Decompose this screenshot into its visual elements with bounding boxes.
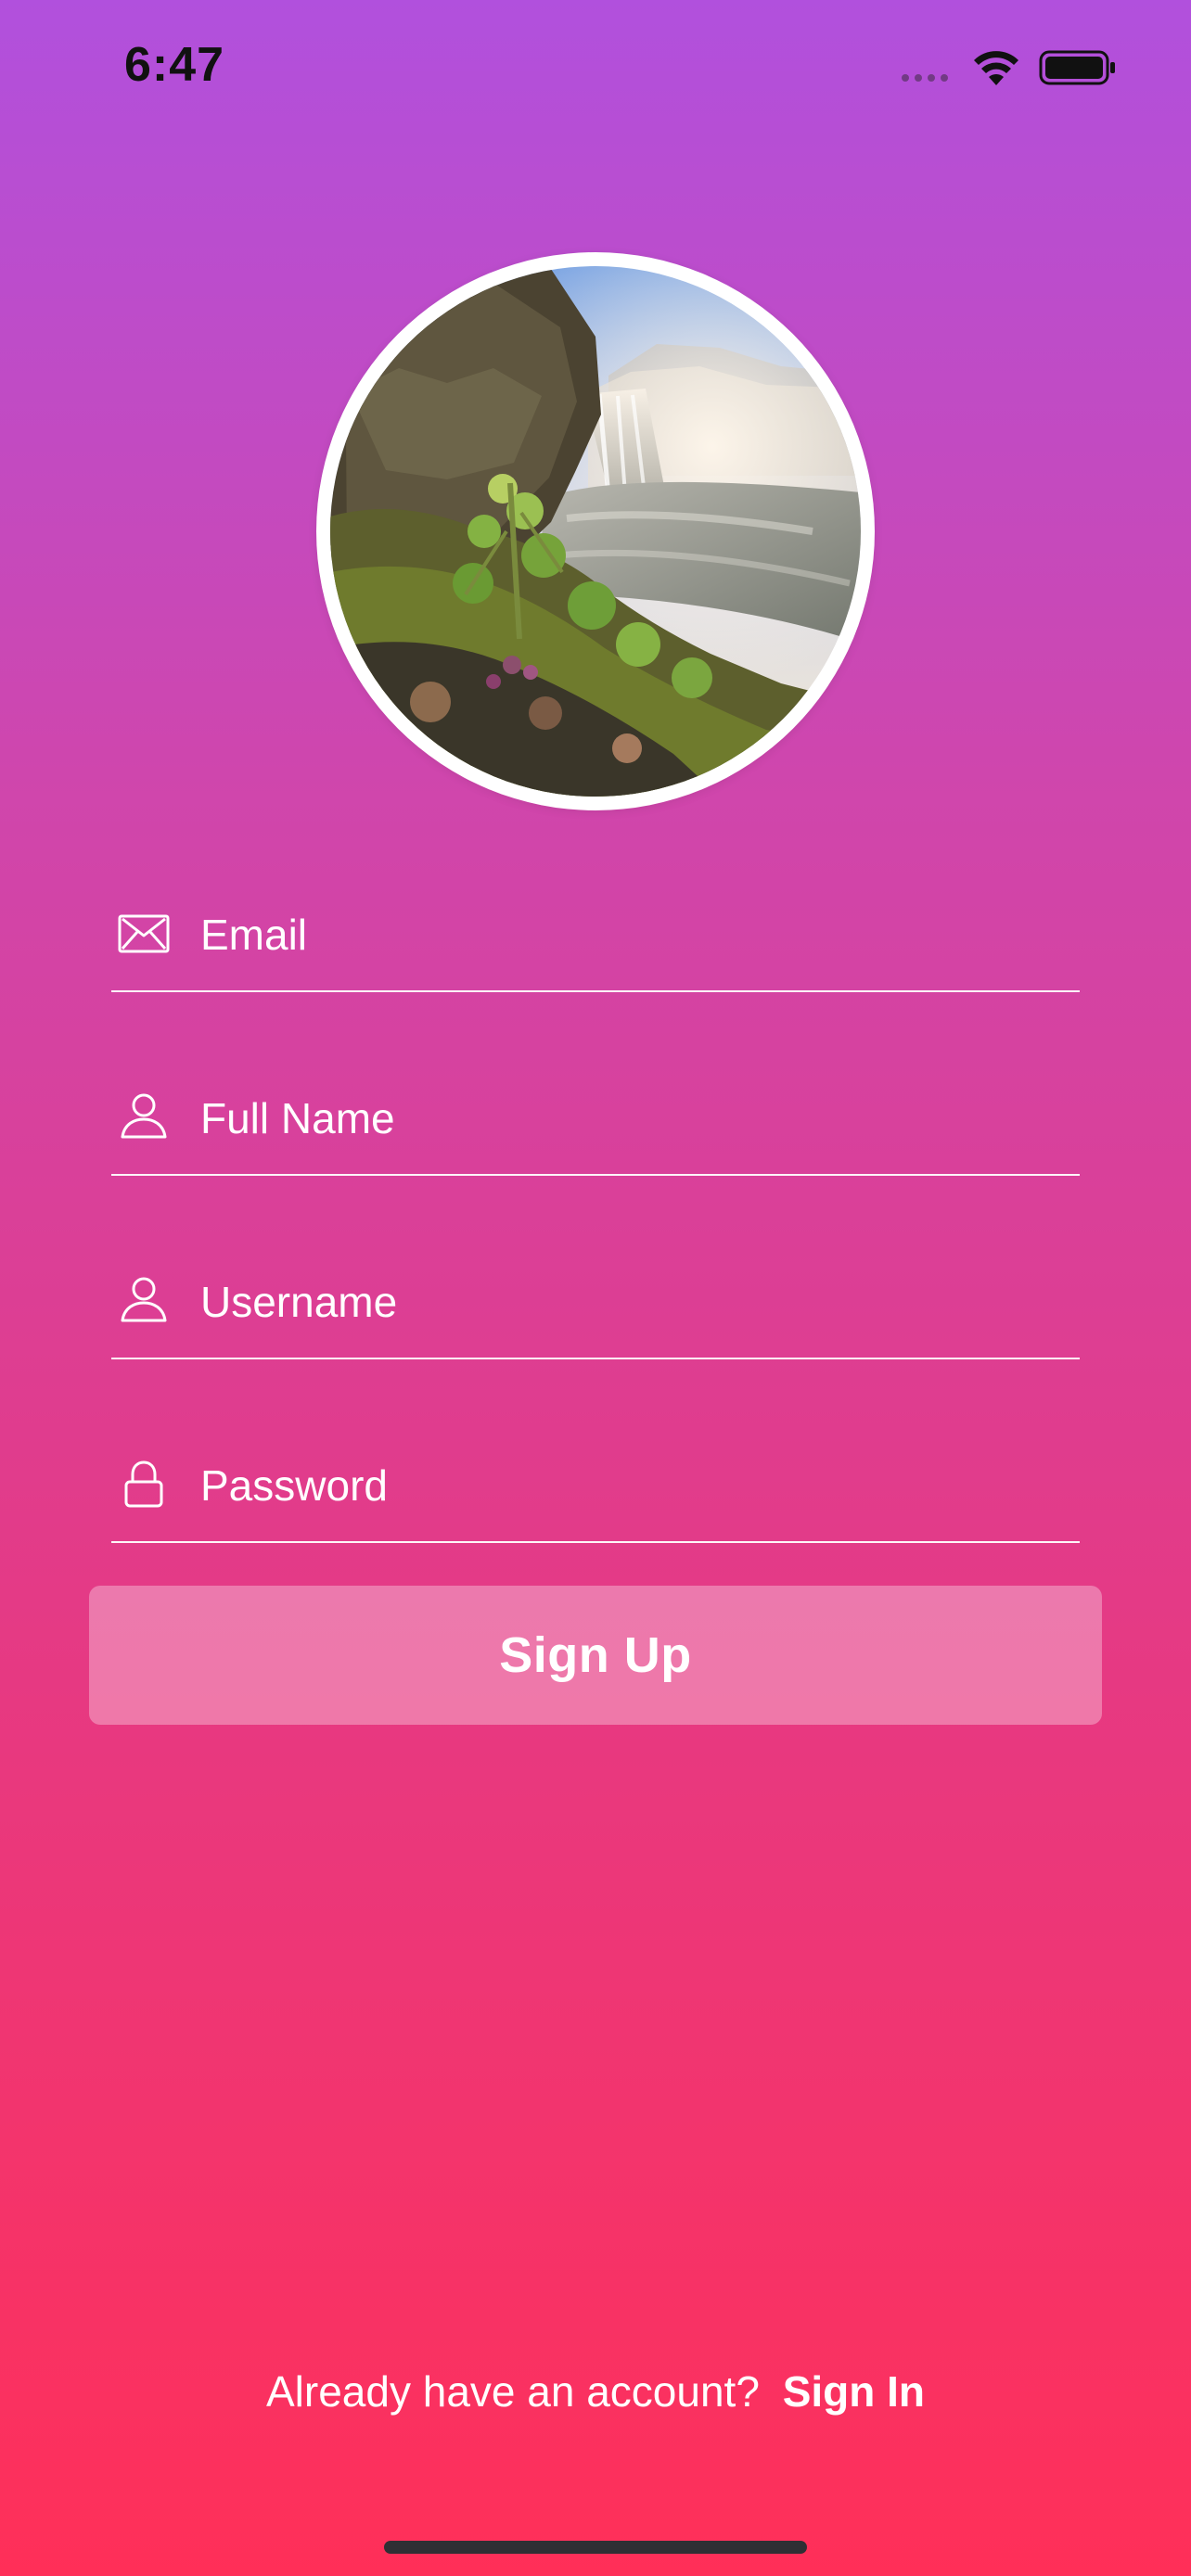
wifi-icon	[974, 51, 1018, 85]
envelope-icon	[115, 905, 173, 963]
full-name-field[interactable]	[111, 1063, 1080, 1176]
person-icon	[115, 1089, 173, 1146]
status-time: 6:47	[124, 38, 225, 92]
username-input[interactable]	[200, 1246, 1035, 1358]
cellular-signal-icon	[902, 74, 948, 82]
email-field[interactable]	[111, 879, 1080, 992]
sign-in-prompt-row: Already have an account? Sign In	[0, 2359, 1191, 2424]
profile-photo[interactable]	[330, 266, 861, 797]
password-field[interactable]	[111, 1430, 1080, 1543]
home-indicator[interactable]	[384, 2541, 807, 2554]
profile-photo-waterfall-illustration	[330, 266, 861, 797]
profile-avatar[interactable]	[316, 252, 875, 810]
lock-icon	[115, 1456, 173, 1513]
full-name-input[interactable]	[200, 1063, 1035, 1174]
person-icon	[115, 1272, 173, 1330]
sign-in-link[interactable]: Sign In	[783, 2367, 925, 2416]
password-input[interactable]	[200, 1430, 1035, 1541]
email-input[interactable]	[200, 879, 1035, 990]
username-field[interactable]	[111, 1246, 1080, 1359]
sign-in-prompt: Already have an account?	[265, 2367, 760, 2416]
sign-up-button[interactable]: Sign Up	[89, 1586, 1102, 1725]
status-bar: 6:47	[0, 0, 1191, 130]
battery-icon	[1039, 50, 1115, 85]
